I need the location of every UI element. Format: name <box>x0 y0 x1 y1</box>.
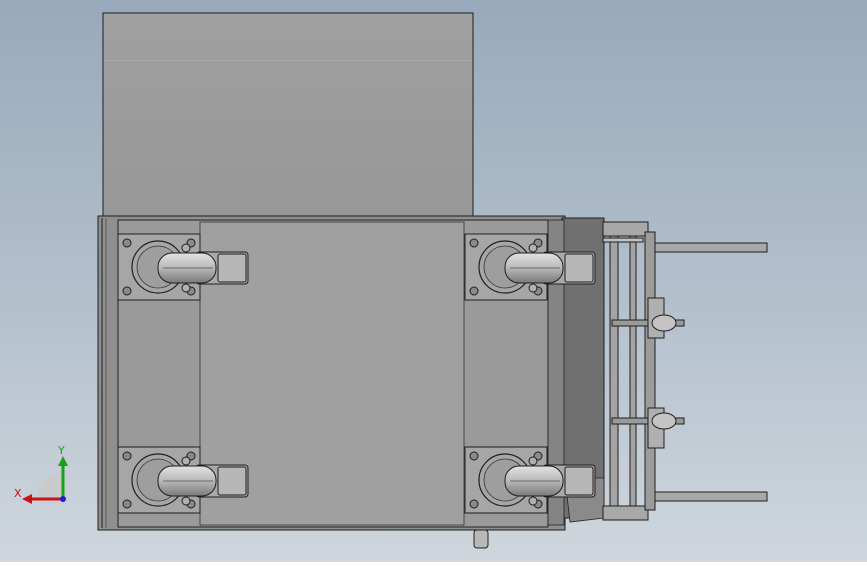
handle-assembly <box>602 221 768 521</box>
bottom-knob <box>473 529 489 549</box>
y-axis-arrow <box>58 456 68 466</box>
top-panel-highlight <box>104 60 472 61</box>
model-view[interactable]: X Y <box>0 0 867 562</box>
x-axis-label: X <box>14 487 22 500</box>
y-axis-label: Y <box>57 444 65 457</box>
top-panel <box>102 12 474 219</box>
coordinate-triad[interactable]: X Y <box>14 444 68 504</box>
x-axis-arrow <box>22 494 32 504</box>
z-axis-dot <box>60 496 66 502</box>
cad-graphics-area[interactable]: X Y <box>0 0 867 562</box>
